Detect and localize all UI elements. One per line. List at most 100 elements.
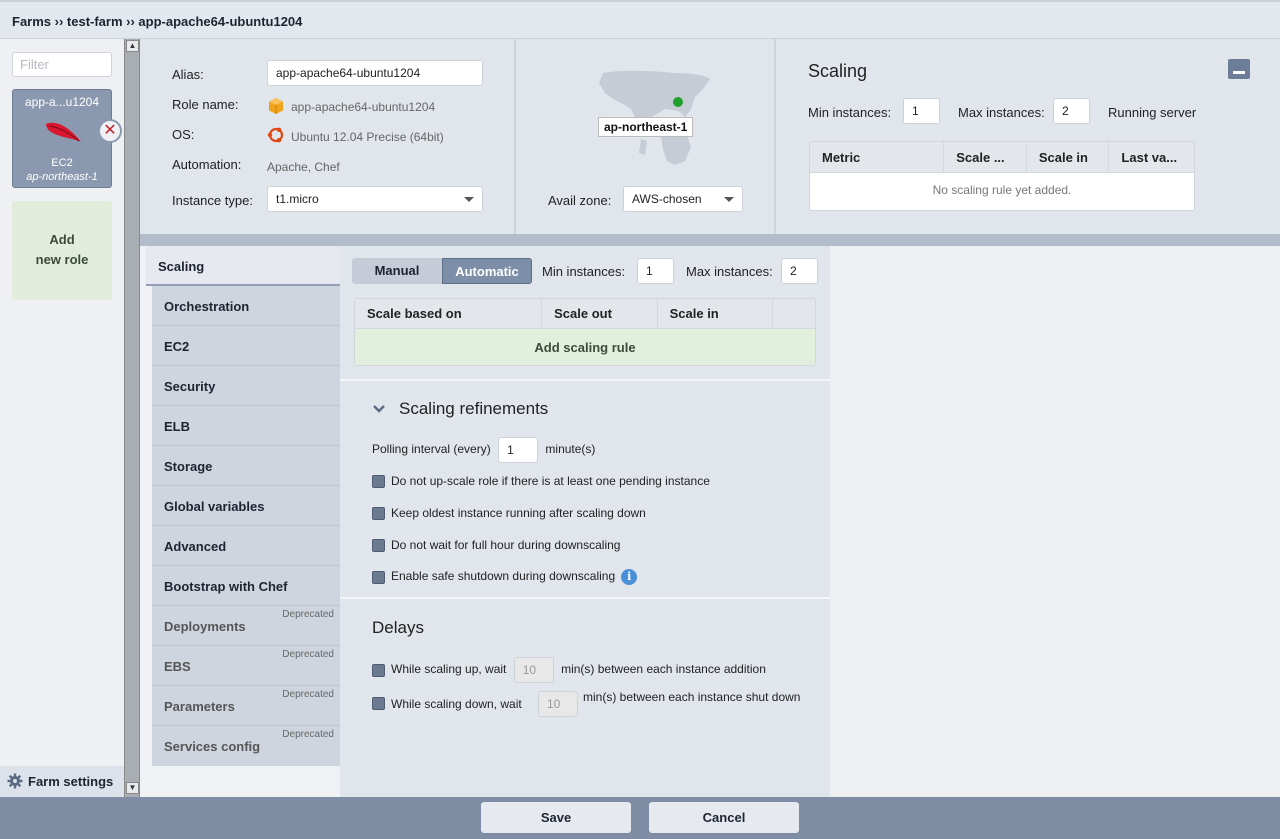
column-header — [773, 299, 815, 328]
scaling-summary-title: Scaling — [808, 61, 868, 81]
roles-sidebar: app-a...u1204 EC2 ap-northeast-1 ✕ Add n… — [0, 39, 124, 797]
column-divider — [514, 39, 516, 234]
keep-oldest-checkbox[interactable] — [372, 507, 385, 521]
role-card-platform: EC2 — [51, 157, 73, 169]
gear-icon — [7, 773, 23, 789]
header-bar: Farms ›› test-farm ›› app-apache64-ubunt… — [0, 0, 1280, 39]
automatic-mode-button[interactable]: Automatic — [442, 258, 532, 284]
column-header[interactable]: Scale based on — [355, 299, 543, 328]
min-instances-label: Min instances: — [542, 264, 626, 279]
summary-min-label: Min instances: — [808, 105, 892, 120]
filter-input[interactable] — [12, 52, 112, 77]
scaling-rules-table: Scale based on Scale out Scale in Add sc… — [354, 298, 816, 366]
column-header[interactable]: Scale out — [542, 299, 658, 328]
tab-security[interactable]: Security — [152, 366, 340, 406]
remove-role-icon[interactable]: ✕ — [98, 119, 122, 143]
safe-shutdown-checkbox[interactable] — [372, 570, 385, 584]
tab-bootstrap-with-chef[interactable]: Bootstrap with Chef — [152, 566, 340, 606]
role-card-name: app-a...u1204 — [24, 95, 100, 109]
add-scaling-rule-button[interactable]: Add scaling rule — [355, 329, 815, 365]
tab-label: Deployments — [164, 619, 246, 634]
aws-box-icon — [269, 98, 283, 114]
os-value: Ubuntu 12.04 Precise (64bit) — [291, 130, 444, 144]
column-header[interactable]: Scale ... — [944, 142, 1027, 172]
min-instances-input[interactable]: 1 — [637, 258, 674, 284]
alias-label: Alias: — [172, 67, 204, 82]
tab-global-variables[interactable]: Global variables — [152, 486, 340, 526]
tab-ec2[interactable]: EC2 — [152, 326, 340, 366]
tab-storage[interactable]: Storage — [152, 446, 340, 486]
manual-mode-button[interactable]: Manual — [352, 258, 442, 284]
footer-bar: Save Cancel — [0, 797, 1280, 839]
avail-zone-label: Avail zone: — [548, 193, 612, 208]
add-new-role-button[interactable]: Add new role — [12, 201, 112, 300]
delays-title: Delays — [372, 618, 424, 637]
role-card-location: ap-northeast-1 — [26, 171, 98, 183]
column-divider — [774, 39, 776, 234]
tab-parameters[interactable]: Parameters Deprecated — [152, 686, 340, 726]
tab-orchestration[interactable]: Orchestration — [152, 286, 340, 326]
deprecated-badge: Deprecated — [282, 609, 334, 620]
tab-label: Security — [164, 379, 216, 394]
delay-down-input[interactable]: 10 — [538, 691, 578, 717]
alias-input[interactable]: app-apache64-ubuntu1204 — [267, 60, 483, 86]
tab-scaling[interactable]: Scaling — [146, 246, 340, 286]
avail-zone-select[interactable]: AWS-chosen — [623, 186, 743, 212]
role-info-panel: Alias: app-apache64-ubuntu1204 Role name… — [140, 39, 1280, 234]
column-header[interactable]: Scale in — [1027, 142, 1110, 172]
panel-separator — [140, 234, 1280, 246]
apache-feather-icon — [46, 122, 81, 142]
info-icon[interactable]: i — [621, 569, 638, 585]
tab-label: Scaling — [158, 259, 205, 274]
tab-ebs[interactable]: EBS Deprecated — [152, 646, 340, 686]
os-label: OS: — [172, 127, 195, 142]
scroll-down-button[interactable]: ▼ — [126, 782, 139, 794]
collapse-button[interactable] — [1228, 59, 1250, 79]
save-button[interactable]: Save — [481, 802, 631, 833]
tab-label: EC2 — [164, 339, 190, 354]
option-label: Do not wait for full hour during downsca… — [391, 538, 621, 552]
role-card[interactable]: app-a...u1204 EC2 ap-northeast-1 — [12, 89, 112, 188]
scaling-metrics-table: Metric Scale ... Scale in Last va... No … — [809, 141, 1195, 211]
tab-label: EBS — [164, 659, 191, 674]
sidebar-scrollbar[interactable]: ▲ ▼ — [124, 39, 140, 797]
tab-services-config[interactable]: Services config Deprecated — [152, 726, 340, 766]
column-header[interactable]: Scale in — [658, 299, 774, 328]
chevron-down-icon[interactable] — [373, 403, 385, 415]
deprecated-badge: Deprecated — [282, 649, 334, 660]
option-row: Enable safe shutdown during downscaling i — [372, 569, 638, 585]
section-divider — [340, 379, 830, 381]
column-header[interactable]: Metric — [810, 142, 945, 172]
ubuntu-icon — [267, 127, 284, 143]
scaling-content-panel: Manual Automatic Min instances: 1 Max in… — [340, 246, 830, 797]
tab-advanced[interactable]: Advanced — [152, 526, 340, 566]
summary-min-input[interactable]: 1 — [903, 98, 940, 124]
tab-label: Parameters — [164, 699, 235, 714]
polling-interval-input[interactable]: 1 — [498, 437, 539, 463]
summary-max-label: Max instances: — [958, 105, 1045, 120]
breadcrumb[interactable]: Farms ›› test-farm ›› app-apache64-ubunt… — [12, 14, 302, 29]
tab-label: Storage — [164, 459, 213, 474]
instance-type-select[interactable]: t1.micro — [267, 186, 483, 212]
empty-table-message: No scaling rule yet added. — [932, 183, 1072, 197]
delay-down-checkbox[interactable] — [372, 697, 385, 710]
table-header: Metric Scale ... Scale in Last va... — [810, 142, 1194, 173]
automation-value: Apache, Chef — [267, 160, 340, 174]
summary-max-input[interactable]: 2 — [1053, 98, 1090, 124]
max-instances-input[interactable]: 2 — [781, 258, 818, 284]
farm-settings-button[interactable]: Farm settings — [0, 766, 124, 797]
scroll-up-button[interactable]: ▲ — [126, 40, 139, 52]
full-hour-checkbox[interactable] — [372, 539, 385, 553]
scaling-refinements-title[interactable]: Scaling refinements — [399, 399, 548, 419]
delay-up-label: While scaling up, wait — [391, 662, 507, 677]
tab-deployments[interactable]: Deployments Deprecated — [152, 606, 340, 646]
delay-up-input[interactable]: 10 — [513, 657, 554, 683]
pending-instance-checkbox[interactable] — [372, 475, 385, 489]
cancel-button[interactable]: Cancel — [649, 802, 799, 833]
tab-label: Services config — [164, 739, 261, 754]
delay-up-checkbox[interactable] — [372, 663, 385, 677]
tab-label: Bootstrap with Chef — [164, 579, 288, 594]
column-header[interactable]: Last va... — [1109, 142, 1194, 172]
tab-elb[interactable]: ELB — [152, 406, 340, 446]
running-servers-label: Running servers — [1108, 105, 1196, 120]
